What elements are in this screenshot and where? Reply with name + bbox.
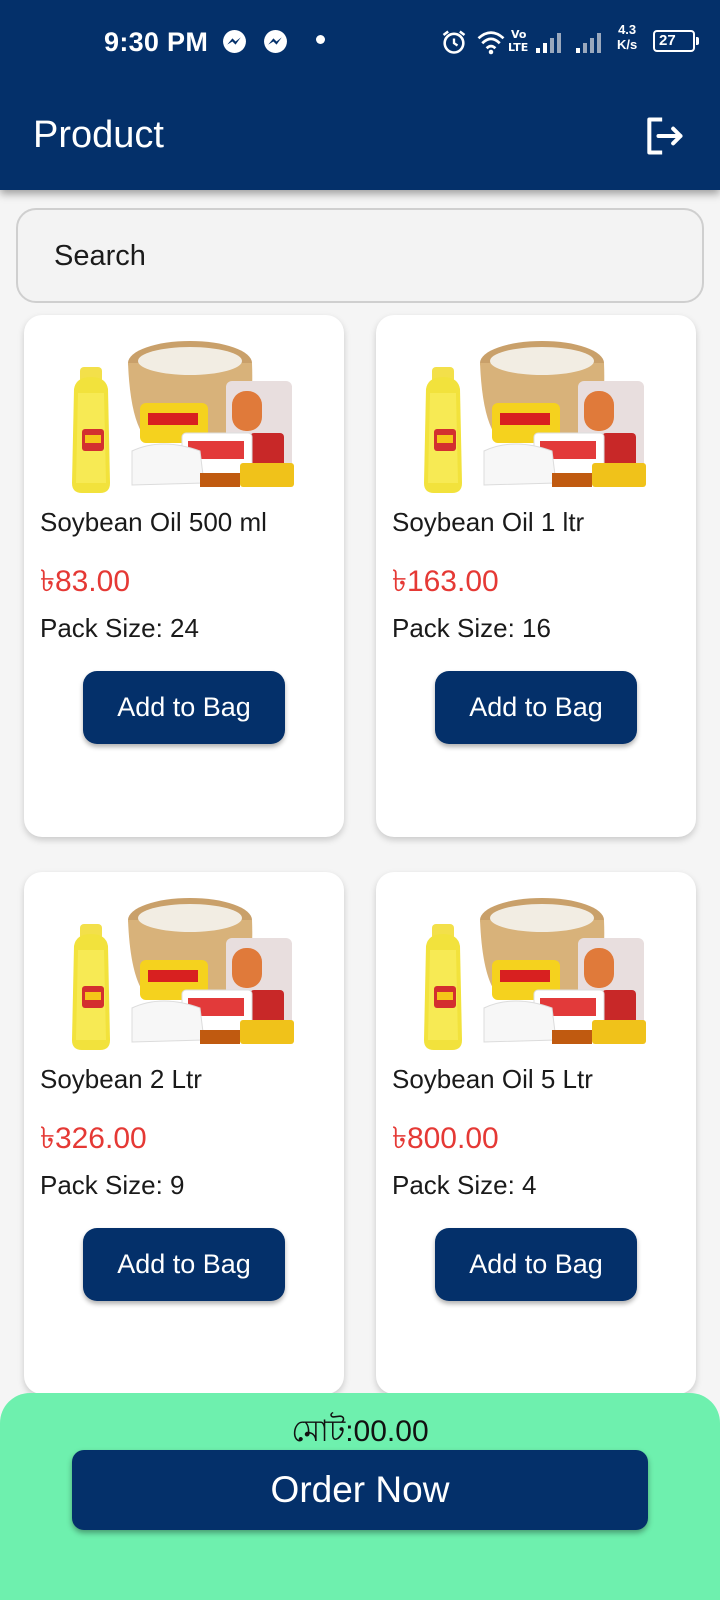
order-bar: মোট:00.00 Order Now	[0, 1393, 720, 1600]
product-name: Soybean 2 Ltr	[40, 1064, 202, 1094]
order-now-button[interactable]: Order Now	[72, 1450, 648, 1530]
network-speed: 4.3 K/s	[617, 22, 637, 52]
network-speed-unit: K/s	[617, 37, 638, 52]
product-card[interactable]: Soybean Oil 500 ml ৳83.00 Pack Size: 24 …	[24, 315, 344, 837]
status-bar: 9:30 PM Vo LTE 4.3 K/s 27	[0, 18, 720, 66]
product-image	[72, 341, 294, 493]
product-image	[424, 341, 646, 493]
notification-dot	[316, 35, 325, 44]
product-pack-size: Pack Size: 24	[40, 613, 199, 643]
volte-icon: Vo LTE	[508, 28, 528, 54]
add-to-bag-button[interactable]: Add to Bag	[83, 671, 285, 744]
svg-text:Vo: Vo	[511, 28, 527, 41]
product-price: ৳800.00	[392, 1122, 499, 1155]
product-image	[72, 898, 294, 1050]
product-name: Soybean Oil 5 Ltr	[392, 1064, 593, 1094]
messenger-icon	[264, 30, 287, 53]
signal-icon	[536, 33, 561, 53]
page-title: Product	[33, 114, 164, 156]
product-card[interactable]: Soybean 2 Ltr ৳326.00 Pack Size: 9 Add t…	[24, 872, 344, 1394]
product-card[interactable]: Soybean Oil 1 ltr ৳163.00 Pack Size: 16 …	[376, 315, 696, 837]
logout-icon[interactable]	[642, 114, 686, 158]
wifi-icon	[477, 31, 505, 55]
search-placeholder: Search	[54, 240, 146, 272]
product-name: Soybean Oil 500 ml	[40, 507, 267, 537]
signal-icon	[576, 33, 601, 53]
alarm-icon	[442, 30, 466, 54]
product-image	[424, 898, 646, 1050]
product-name: Soybean Oil 1 ltr	[392, 507, 585, 537]
messenger-icon	[223, 30, 246, 53]
add-to-bag-button[interactable]: Add to Bag	[83, 1228, 285, 1301]
add-to-bag-button[interactable]: Add to Bag	[435, 671, 637, 744]
svg-text:LTE: LTE	[508, 41, 528, 54]
battery-level: 27	[659, 32, 676, 49]
product-pack-size: Pack Size: 16	[392, 613, 551, 643]
status-time: 9:30 PM	[104, 27, 209, 57]
product-pack-size: Pack Size: 9	[40, 1170, 185, 1200]
product-price: ৳163.00	[392, 565, 499, 598]
product-card[interactable]: Soybean Oil 5 Ltr ৳800.00 Pack Size: 4 A…	[376, 872, 696, 1394]
product-price: ৳83.00	[40, 565, 131, 598]
add-to-bag-button[interactable]: Add to Bag	[435, 1228, 637, 1301]
search-input[interactable]: Search	[16, 208, 704, 303]
app-bar: 9:30 PM Vo LTE 4.3 K/s 27 Product	[0, 0, 720, 190]
battery-icon: 27	[653, 30, 699, 52]
network-speed-value: 4.3	[618, 22, 637, 37]
product-pack-size: Pack Size: 4	[392, 1170, 537, 1200]
product-price: ৳326.00	[40, 1122, 147, 1155]
